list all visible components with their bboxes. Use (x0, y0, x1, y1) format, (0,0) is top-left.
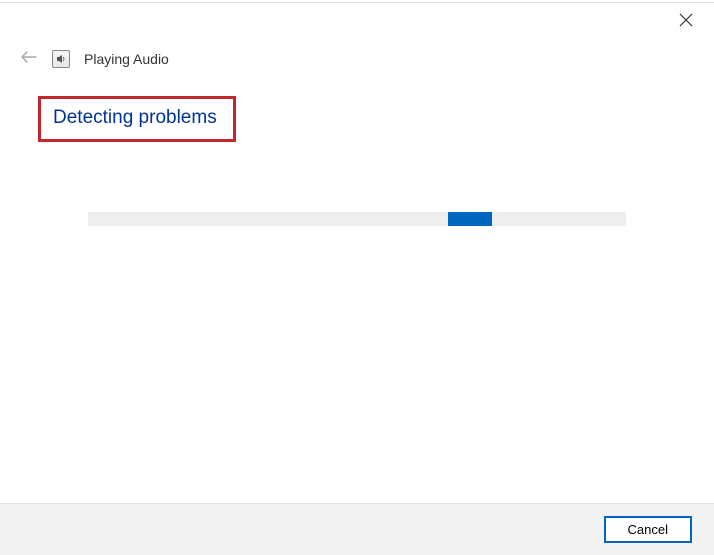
cancel-button[interactable]: Cancel (604, 516, 692, 543)
progress-bar (88, 212, 626, 226)
status-heading: Detecting problems (53, 107, 217, 129)
header-row: Playing Audio (20, 50, 169, 68)
audio-icon (52, 50, 70, 68)
progress-indicator (448, 212, 492, 226)
footer-bar: Cancel (0, 503, 714, 555)
top-border (0, 2, 714, 3)
heading-highlight-box: Detecting problems (38, 96, 236, 142)
troubleshooter-title: Playing Audio (84, 51, 169, 67)
back-button[interactable] (20, 50, 38, 68)
close-icon (679, 13, 693, 32)
close-button[interactable] (678, 14, 694, 30)
back-arrow-icon (21, 50, 37, 69)
